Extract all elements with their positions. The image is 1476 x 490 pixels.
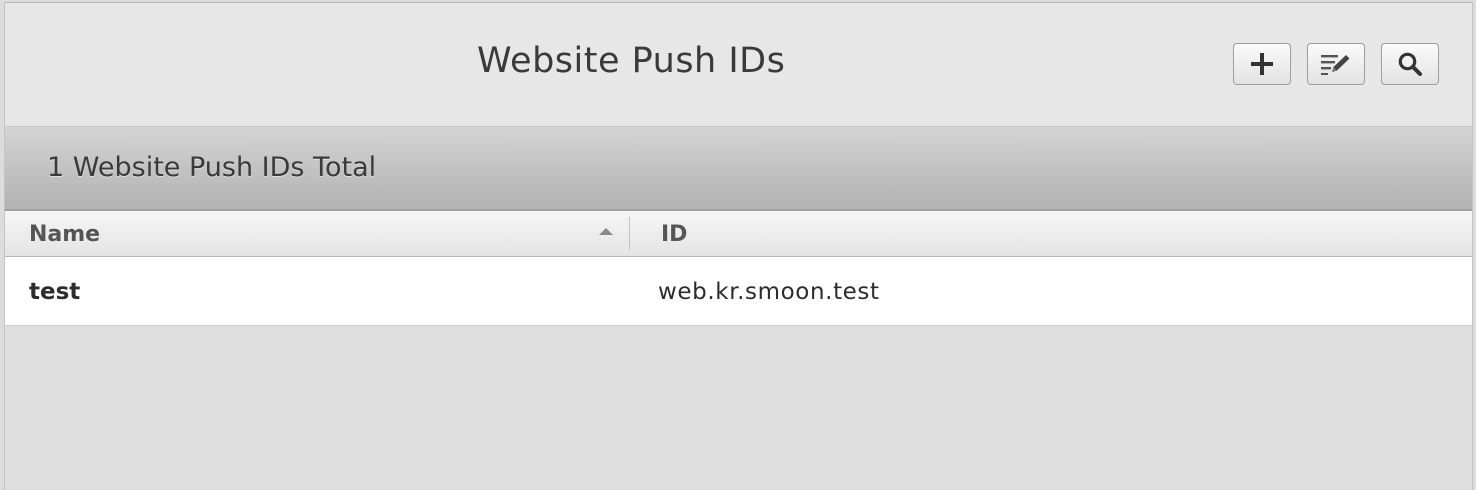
edit-list-icon [1321,55,1350,75]
table-row[interactable]: test web.kr.smoon.test [5,257,1472,326]
summary-bar: 1 Website Push IDs Total [5,127,1472,211]
column-header-id-label: ID [661,222,688,247]
sort-ascending-icon [599,228,613,235]
column-header-id[interactable]: ID [631,211,1472,256]
search-button[interactable] [1381,43,1439,85]
column-header-name[interactable]: Name [5,211,630,256]
cell-id: web.kr.smoon.test [658,279,880,305]
page-title: Website Push IDs [477,41,786,81]
add-button[interactable] [1233,43,1291,85]
toolbar [1233,43,1439,85]
page-header: Website Push IDs [5,3,1472,127]
search-icon [1398,52,1422,76]
cell-name: test [29,279,81,305]
empty-list-area [5,326,1472,490]
table-header: Name ID [5,211,1472,257]
total-count: 1 Website Push IDs Total [47,152,377,183]
column-header-name-label: Name [29,222,101,247]
edit-button[interactable] [1307,43,1365,85]
column-divider[interactable] [629,217,630,250]
main-panel: Website Push IDs 1 Website Push IDs Tota… [4,2,1473,490]
push-ids-table: Name ID test web.kr.smoon.test [5,211,1472,326]
plus-icon [1251,53,1273,75]
